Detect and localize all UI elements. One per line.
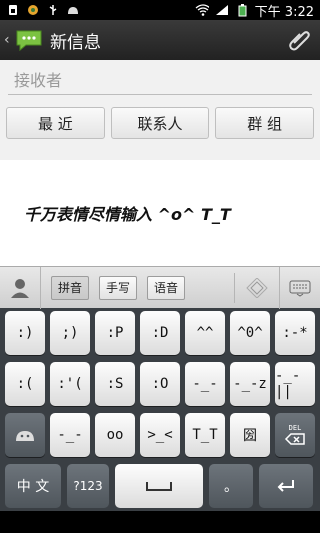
- attachment-icon[interactable]: [286, 27, 312, 53]
- keyboard-collapse-icon[interactable]: [279, 266, 320, 309]
- recent-button[interactable]: 最 近: [6, 107, 105, 139]
- space-key[interactable]: [115, 464, 203, 508]
- wifi-icon: [195, 4, 209, 16]
- status-left: [6, 4, 80, 16]
- key-row: :( :'( :S :O -_- -_-z -_-||: [2, 362, 318, 406]
- user-icon[interactable]: [0, 266, 41, 309]
- key-row: :) ;) :P :D ^^ ^0^ :-*: [2, 311, 318, 355]
- period-key[interactable]: 。: [209, 464, 253, 508]
- android-icon[interactable]: [5, 413, 45, 457]
- emoticon-key[interactable]: :S: [95, 362, 135, 406]
- emoticon-key[interactable]: :): [5, 311, 45, 355]
- keyboard-toolbar: 拼音 手写 语音: [0, 266, 320, 309]
- recipient-field[interactable]: 接收者: [8, 64, 312, 95]
- emoticon-key[interactable]: -_-: [185, 362, 225, 406]
- emoticon-key[interactable]: :D: [140, 311, 180, 355]
- delete-key[interactable]: DEL: [275, 413, 315, 457]
- emoticon-keyboard: :) ;) :P :D ^^ ^0^ :-* :( :'( :S :O -_- …: [0, 308, 320, 511]
- emoticon-key[interactable]: T_T: [185, 413, 225, 457]
- android-icon: [66, 4, 80, 16]
- tab-voice[interactable]: 语音: [147, 275, 186, 300]
- diamond-icon[interactable]: [234, 272, 279, 303]
- page-title: 新信息: [50, 32, 101, 53]
- emoticon-key[interactable]: :'(: [50, 362, 90, 406]
- recipient-source-buttons: 最 近 联系人 群 组: [6, 107, 315, 139]
- groups-button[interactable]: 群 组: [215, 107, 315, 139]
- message-body[interactable]: 千万表情尽情输入 ^o^ T_T: [0, 160, 320, 266]
- tab-pinyin[interactable]: 拼音: [51, 275, 90, 300]
- contacts-button[interactable]: 联系人: [110, 107, 210, 139]
- battery-icon: [235, 4, 249, 17]
- emoticon-key[interactable]: :P: [95, 311, 135, 355]
- emoticon-key[interactable]: -_-: [50, 413, 90, 457]
- numbers-key[interactable]: ?123: [67, 464, 109, 508]
- emoticon-key[interactable]: -_-z: [230, 362, 270, 406]
- usb-icon: [46, 4, 60, 16]
- messaging-app-icon: [14, 28, 44, 52]
- space-bar-icon: [146, 482, 172, 491]
- delete-key-label: DEL: [288, 424, 302, 432]
- enter-key[interactable]: [259, 464, 313, 508]
- backspace-icon: [284, 433, 305, 445]
- enter-icon: [277, 480, 294, 492]
- emoticon-key[interactable]: :(: [5, 362, 45, 406]
- bottom-key-row: 中 文 ?123 。: [2, 464, 318, 508]
- emoticon-key[interactable]: >_<: [140, 413, 180, 457]
- message-text: 千万表情尽情输入 ^o^ T_T: [24, 205, 231, 224]
- emoticon-key[interactable]: :O: [140, 362, 180, 406]
- emoticon-key[interactable]: ^0^: [230, 311, 270, 355]
- emoticon-key[interactable]: 圀: [230, 413, 270, 457]
- emoticon-key[interactable]: ;): [50, 311, 90, 355]
- key-row: -_- oo >_< T_T 圀 DEL: [2, 413, 318, 457]
- chevron-left-icon[interactable]: ‹: [4, 32, 12, 48]
- sim-icon: [6, 4, 20, 16]
- signal-icon: [215, 4, 229, 16]
- emoticon-key[interactable]: ^^: [185, 311, 225, 355]
- language-key[interactable]: 中 文: [5, 464, 61, 508]
- status-time: 下午 3:22: [254, 4, 314, 20]
- browser-icon: [26, 4, 40, 16]
- recipient-placeholder: 接收者: [14, 71, 63, 90]
- tab-handwriting[interactable]: 手写: [99, 275, 138, 300]
- input-mode-tabs: 拼音 手写 语音: [41, 275, 234, 300]
- status-bar: 下午 3:22: [0, 0, 320, 20]
- compose-area: 接收者 最 近 联系人 群 组: [0, 60, 320, 160]
- emoticon-key[interactable]: oo: [95, 413, 135, 457]
- status-right: 下午 3:22: [195, 1, 314, 20]
- title-bar: ‹ 新信息: [0, 20, 320, 60]
- emoticon-key[interactable]: :-*: [275, 311, 315, 355]
- emoticon-key[interactable]: -_-||: [275, 362, 315, 406]
